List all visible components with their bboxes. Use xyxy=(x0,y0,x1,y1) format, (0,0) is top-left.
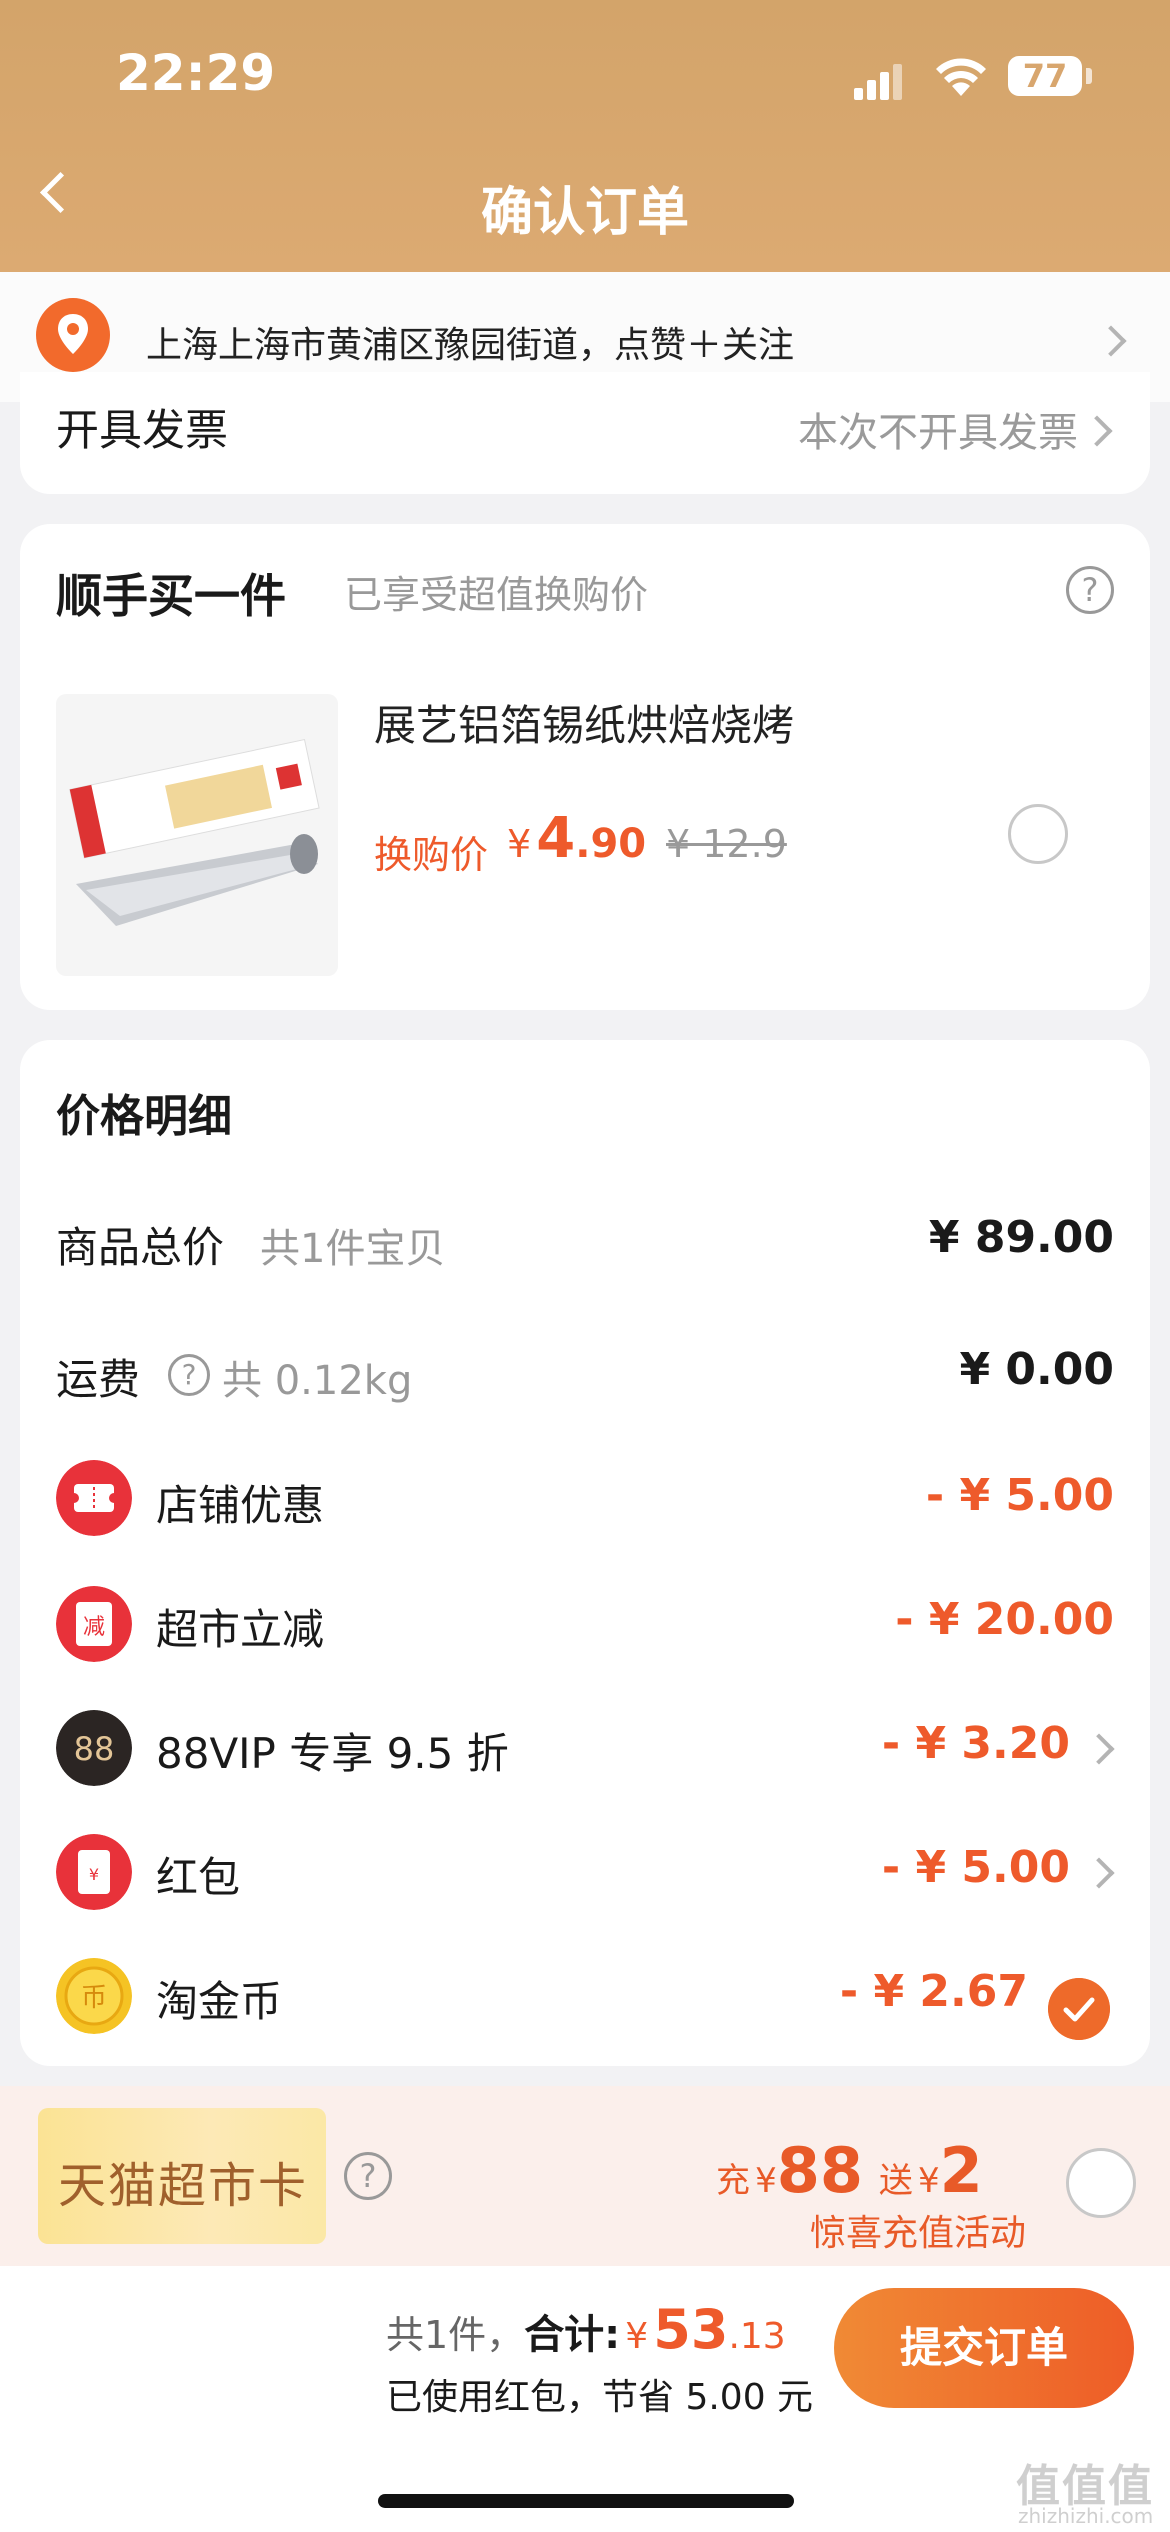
chevron-right-icon xyxy=(1081,415,1113,447)
discount-label: 店铺优惠 xyxy=(156,1481,325,1530)
discount-label: 红包 xyxy=(156,1853,241,1902)
goods-total-value: ¥ 89.00 xyxy=(928,1212,1114,1263)
shipping-help-icon[interactable]: ? xyxy=(168,1354,210,1396)
swap-price-label: 换购价 xyxy=(374,833,489,877)
battery-icon: 77 xyxy=(1008,56,1082,96)
address-text: 上海上海市黄浦区豫园街道，点赞＋关注 xyxy=(146,325,795,366)
discount-label: 淘金币 xyxy=(156,1977,283,2026)
swap-title: 顺手买一件 xyxy=(56,569,286,623)
goods-count: 共1件宝贝 xyxy=(260,1226,446,1272)
svg-text:88: 88 xyxy=(74,1730,115,1768)
chevron-right-icon[interactable] xyxy=(1083,1857,1115,1889)
promo-select-radio[interactable] xyxy=(1066,2148,1136,2218)
red-packet-icon: ¥ xyxy=(56,1834,132,1910)
shipping-value: ¥ 0.00 xyxy=(959,1344,1115,1395)
discount-label: 超市立减 xyxy=(156,1605,325,1654)
product-name: 展艺铝箔锡纸烘焙烧烤 xyxy=(374,701,795,750)
checkout-bar: 共1件，合计: ¥ 53.13 已使用红包，节省 5.00 元 提交订单 xyxy=(0,2266,1170,2532)
promo-help-icon[interactable]: ? xyxy=(344,2152,392,2200)
help-icon[interactable]: ? xyxy=(1066,566,1114,614)
vip88-icon: 88 xyxy=(56,1710,132,1786)
discount-label: 88VIP 专享 9.5 折 xyxy=(156,1729,509,1778)
original-price: ¥ 12.9 xyxy=(666,822,787,866)
page-title: 确认订单 xyxy=(480,183,689,243)
shipping-weight: 共 0.12kg xyxy=(222,1358,413,1404)
coupon-icon xyxy=(56,1460,132,1536)
discount-value: - ¥ 2.67 xyxy=(839,1966,1028,2017)
signal-icon xyxy=(854,60,906,100)
swap-subtitle: 已享受超值换购价 xyxy=(344,573,649,617)
chevron-right-icon[interactable] xyxy=(1083,1733,1115,1765)
svg-text:减: 减 xyxy=(83,1615,105,1640)
wifi-icon xyxy=(936,58,986,96)
svg-text:币: 币 xyxy=(81,1983,107,2013)
header-bar: 22:29 77 确认订单 xyxy=(0,0,1170,272)
battery-tip xyxy=(1086,68,1092,84)
recharge-promo: 天猫超市卡 ? 充 ¥88 送 ¥2 惊喜充值活动 xyxy=(0,2086,1170,2266)
status-time: 22:29 xyxy=(116,44,276,102)
discount-value: - ¥ 5.00 xyxy=(881,1842,1070,1893)
invoice-label: 开具发票 xyxy=(56,406,228,456)
promo-subtitle: 惊喜充值活动 xyxy=(810,2213,1027,2254)
submit-order-button[interactable]: 提交订单 xyxy=(834,2288,1134,2408)
svg-text:¥: ¥ xyxy=(89,1865,99,1884)
chevron-right-icon xyxy=(1095,325,1127,357)
price-detail-card: 价格明细 商品总价 共1件宝贝 ¥ 89.00 运费 ? 共 0.12kg ¥ … xyxy=(20,1040,1150,2066)
home-indicator[interactable] xyxy=(378,2494,794,2508)
reduce-icon: 减 xyxy=(56,1586,132,1662)
goods-total-label: 商品总价 xyxy=(56,1223,225,1272)
checkbox-checked-icon[interactable] xyxy=(1048,1978,1110,2040)
tmall-card-badge: 天猫超市卡 xyxy=(38,2108,326,2244)
swap-purchase-card: 顺手买一件 已享受超值换购价 ? 展艺铝箔锡纸烘焙烧烤 换购价 ¥ 4.90 ¥… xyxy=(20,524,1150,1010)
recharge-offer: 充 ¥88 送 ¥2 xyxy=(716,2134,983,2207)
invoice-value: 本次不开具发票 xyxy=(798,410,1078,456)
swap-price: ¥ 4.90 xyxy=(507,806,647,871)
gold-coin-icon: 币 xyxy=(56,1958,132,2034)
swap-select-radio[interactable] xyxy=(1008,804,1068,864)
price-detail-title: 价格明细 xyxy=(56,1091,232,1142)
shipping-label: 运费 xyxy=(56,1355,141,1404)
discount-value: - ¥ 3.20 xyxy=(881,1718,1070,1769)
order-total: 共1件，合计: ¥ 53.13 xyxy=(386,2298,786,2361)
location-pin-icon xyxy=(36,298,110,372)
product-image[interactable] xyxy=(56,694,338,976)
discount-value: - ¥ 5.00 xyxy=(925,1470,1114,1521)
invoice-card[interactable]: 开具发票 本次不开具发票 xyxy=(20,372,1150,494)
saving-text: 已使用红包，节省 5.00 元 xyxy=(386,2377,814,2418)
watermark-url: zhizhizhi.com xyxy=(1018,2504,1154,2528)
discount-value: - ¥ 20.00 xyxy=(895,1594,1114,1645)
